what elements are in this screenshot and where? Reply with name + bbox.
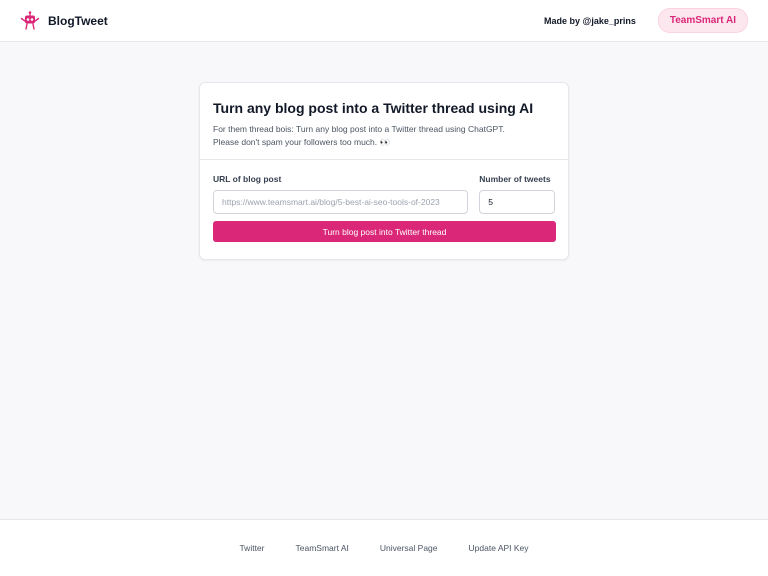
card-form: URL of blog post Number of tweets Turn b… (200, 160, 568, 242)
header-right: Made by @jake_prins TeamSmart AI (544, 8, 748, 33)
card-header: Turn any blog post into a Twitter thread… (200, 83, 568, 160)
logo[interactable]: BlogTweet (20, 10, 108, 31)
url-field-group: URL of blog post (213, 174, 469, 214)
form-row: URL of blog post Number of tweets (213, 174, 555, 214)
card-description: For them thread bois: Turn any blog post… (213, 123, 555, 148)
teamsmart-ai-button[interactable]: TeamSmart AI (657, 8, 748, 33)
url-label: URL of blog post (213, 174, 282, 184)
footer-link-universal-page[interactable]: Universal Page (380, 543, 438, 553)
tweets-count-input[interactable] (479, 190, 555, 214)
description-line-2: Please don't spam your followers too muc… (213, 136, 391, 147)
description-line-1: For them thread bois: Turn any blog post… (213, 124, 505, 134)
footer: Twitter TeamSmart AI Universal Page Upda… (0, 519, 768, 576)
tweets-label: Number of tweets (479, 174, 551, 184)
header: BlogTweet Made by @jake_prins TeamSmart … (0, 0, 768, 42)
footer-link-update-api-key[interactable]: Update API Key (469, 543, 529, 553)
robot-logo-icon (20, 10, 40, 30)
url-input[interactable] (213, 190, 469, 214)
logo-text: BlogTweet (48, 13, 108, 28)
thread-generator-card: Turn any blog post into a Twitter thread… (199, 82, 569, 260)
page-title: Turn any blog post into a Twitter thread… (213, 100, 534, 116)
tweets-field-group: Number of tweets (479, 174, 555, 214)
made-by-link[interactable]: Made by @jake_prins (544, 16, 636, 26)
footer-link-teamsmart-ai[interactable]: TeamSmart AI (295, 543, 348, 553)
footer-link-twitter[interactable]: Twitter (239, 543, 264, 553)
submit-button[interactable]: Turn blog post into Twitter thread (213, 221, 556, 242)
